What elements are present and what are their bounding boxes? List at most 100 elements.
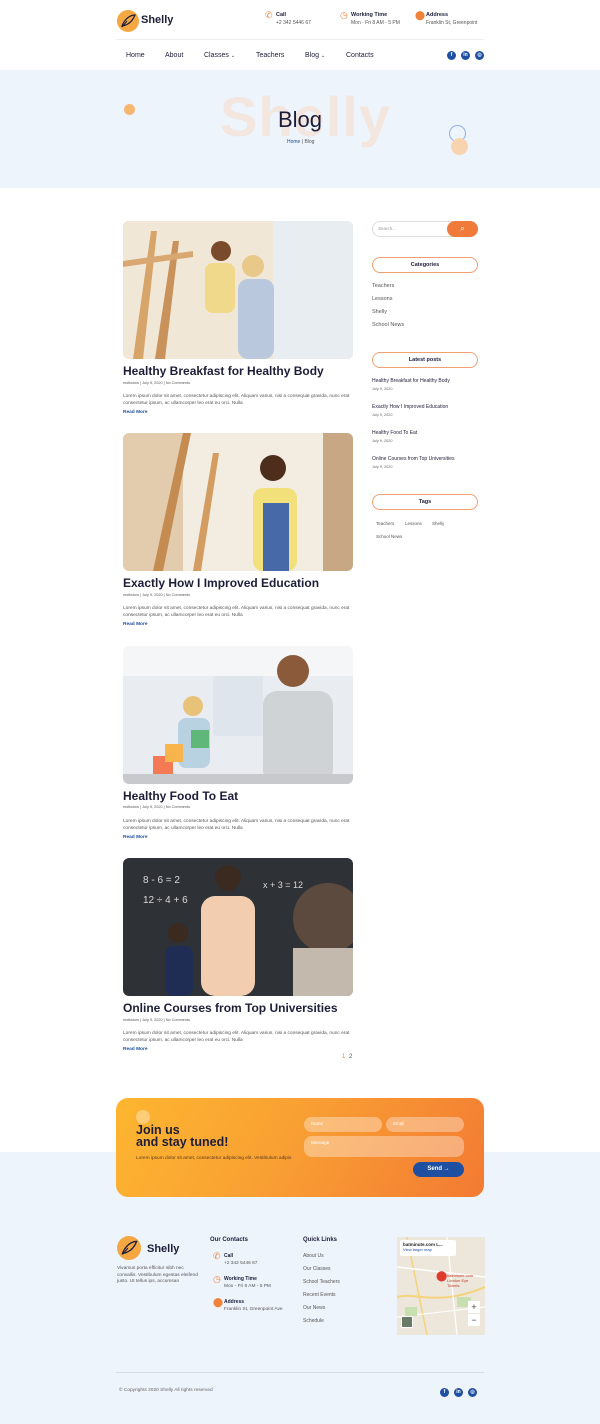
footer-logo-text[interactable]: Shelly bbox=[147, 1243, 179, 1255]
cta-title: Join us and stay tuned! bbox=[136, 1124, 286, 1149]
header-address-title: Address bbox=[426, 12, 449, 18]
search-button[interactable]: ⌕ bbox=[447, 221, 478, 237]
copyright-text: © Copyrights 2020 Shelly All rights rese… bbox=[119, 1388, 213, 1393]
page-title: Blog bbox=[278, 107, 323, 132]
tag-link[interactable]: Lessons bbox=[405, 521, 422, 526]
footer-call-title: Call bbox=[224, 1253, 234, 1259]
footer-link[interactable]: Recent Events bbox=[303, 1292, 336, 1298]
latest-post-date: July 9, 2020 bbox=[372, 413, 393, 417]
footer-hours-value: Mon - Fri 8 AM - 5 PM bbox=[224, 1284, 271, 1289]
footer-logo-mark-icon[interactable] bbox=[117, 1236, 141, 1260]
map-pin-label: batminute.com London Eye Tickets bbox=[447, 1273, 474, 1288]
category-link[interactable]: Lessons bbox=[372, 296, 393, 302]
facebook-icon[interactable]: f bbox=[440, 1388, 449, 1397]
phone-icon: ✆ bbox=[213, 1251, 221, 1261]
instagram-icon[interactable]: ◎ bbox=[468, 1388, 477, 1397]
category-link[interactable]: School News bbox=[372, 322, 404, 328]
footer-call-value[interactable]: +2 342 5446 67 bbox=[224, 1261, 257, 1266]
header-hours-title: Working Time bbox=[351, 12, 388, 18]
post-image[interactable] bbox=[123, 221, 353, 359]
map-zoom-out-button[interactable]: − bbox=[468, 1314, 480, 1326]
linkedin-icon[interactable]: in bbox=[454, 1388, 463, 1397]
map-satellite-toggle[interactable] bbox=[401, 1316, 413, 1328]
post-meta: motkulow | July 9, 2020 | No Comments bbox=[123, 381, 190, 385]
tag-link[interactable]: Shelly bbox=[432, 521, 444, 526]
nav-home[interactable]: Home bbox=[126, 52, 145, 59]
post-excerpt: Lorem ipsum dolor sit amet, consectetur … bbox=[123, 394, 350, 406]
latest-posts-heading: Latest posts bbox=[372, 352, 478, 368]
cta-text: Lorem ipsum dolor sit amet, consectetur … bbox=[136, 1156, 292, 1161]
post-image[interactable]: 8 - 6 = 2 12 ÷ 4 + 6 x + 3 = 12 bbox=[123, 858, 353, 996]
nav-about[interactable]: About bbox=[165, 52, 183, 59]
latest-post-title[interactable]: Online Courses from Top Universities bbox=[372, 456, 454, 462]
logo-text[interactable]: Shelly bbox=[141, 14, 173, 26]
nav-classes[interactable]: Classes ⌄ bbox=[204, 52, 235, 59]
chevron-down-icon: ⌄ bbox=[320, 53, 326, 59]
name-input[interactable]: Name bbox=[304, 1117, 382, 1132]
phone-icon: ✆ bbox=[265, 10, 273, 20]
pagination-page-1[interactable]: 1 bbox=[342, 1054, 345, 1060]
post-title[interactable]: Exactly How I Improved Education bbox=[123, 576, 363, 590]
breadcrumb-home[interactable]: Home bbox=[287, 139, 300, 145]
clock-icon: ◷ bbox=[340, 10, 348, 20]
footer-quick-links-heading: Quick Links bbox=[303, 1237, 338, 1243]
email-input[interactable]: Email bbox=[386, 1117, 464, 1132]
read-more-link[interactable]: Read More bbox=[123, 622, 148, 627]
svg-text:12 ÷ 4 + 6: 12 ÷ 4 + 6 bbox=[143, 895, 188, 906]
category-link[interactable]: Teachers bbox=[372, 283, 394, 289]
latest-post-title[interactable]: Healthy Breakfast for Healthy Body bbox=[372, 378, 450, 384]
post-meta: motkulow | July 9, 2020 | No Comments bbox=[123, 805, 190, 809]
post-excerpt: Lorem ipsum dolor sit amet, consectetur … bbox=[123, 606, 350, 618]
tag-link[interactable]: School News bbox=[376, 534, 402, 539]
logo-mark-icon[interactable] bbox=[117, 10, 139, 32]
latest-post-title[interactable]: Healthy Food To Eat bbox=[372, 430, 417, 436]
footer-link[interactable]: Schedule bbox=[303, 1318, 324, 1324]
pagination-page-2[interactable]: 2 bbox=[349, 1054, 352, 1060]
search-placeholder: Search... bbox=[378, 226, 397, 231]
post-excerpt: Lorem ipsum dolor sit amet, consectetur … bbox=[123, 819, 350, 831]
message-input[interactable]: Message bbox=[304, 1136, 464, 1157]
linkedin-icon[interactable]: in bbox=[461, 51, 470, 60]
map-pin-icon[interactable]: ⬤ bbox=[436, 1271, 447, 1282]
footer-divider bbox=[116, 1372, 484, 1373]
categories-heading: Categories bbox=[372, 257, 478, 273]
nav-contacts[interactable]: Contacts bbox=[346, 52, 374, 59]
footer-link[interactable]: Our Classes bbox=[303, 1266, 331, 1272]
map-zoom-in-button[interactable]: + bbox=[468, 1301, 480, 1313]
nav-teachers[interactable]: Teachers bbox=[256, 52, 284, 59]
read-more-link[interactable]: Read More bbox=[123, 1047, 148, 1052]
footer-link[interactable]: School Teachers bbox=[303, 1279, 340, 1285]
post-meta: motkulow | July 9, 2020 | No Comments bbox=[123, 1018, 190, 1022]
arrow-right-icon: → bbox=[443, 1166, 450, 1172]
header-call-value[interactable]: +2 342 5446 67 bbox=[276, 20, 311, 26]
post-title[interactable]: Healthy Breakfast for Healthy Body bbox=[123, 364, 363, 378]
nav-blog[interactable]: Blog ⌄ bbox=[305, 52, 325, 59]
post-title[interactable]: Healthy Food To Eat bbox=[123, 789, 363, 803]
latest-post-date: July 9, 2020 bbox=[372, 465, 393, 469]
instagram-icon[interactable]: ◎ bbox=[475, 51, 484, 60]
send-label: Send bbox=[427, 1166, 442, 1172]
breadcrumb-separator: | bbox=[301, 139, 304, 145]
map-info-card: batminute.com L... View larger map bbox=[400, 1240, 456, 1256]
post-image[interactable] bbox=[123, 646, 353, 784]
post-title[interactable]: Online Courses from Top Universities bbox=[123, 1001, 363, 1015]
category-link[interactable]: Shelly bbox=[372, 309, 387, 315]
post-image[interactable] bbox=[123, 433, 353, 571]
facebook-icon[interactable]: f bbox=[447, 51, 456, 60]
decor-circle bbox=[136, 1110, 150, 1124]
breadcrumb: Home | Blog bbox=[287, 139, 314, 145]
latest-post-title[interactable]: Exactly How I Improved Education bbox=[372, 404, 448, 410]
tag-link[interactable]: Teachers bbox=[376, 521, 394, 526]
latest-post-date: July 9, 2020 bbox=[372, 439, 393, 443]
map-view-larger-link[interactable]: View larger map bbox=[403, 1247, 453, 1252]
footer-link[interactable]: Our News bbox=[303, 1305, 325, 1311]
send-button[interactable]: Send → bbox=[413, 1162, 464, 1177]
footer-link[interactable]: About Us bbox=[303, 1253, 324, 1259]
read-more-link[interactable]: Read More bbox=[123, 410, 148, 415]
search-icon: ⌕ bbox=[460, 224, 465, 233]
chevron-down-icon: ⌄ bbox=[230, 53, 236, 59]
footer-contacts-heading: Our Contacts bbox=[210, 1237, 249, 1243]
footer-address-value: Franklin St, Greenpoint Ave bbox=[224, 1307, 283, 1312]
read-more-link[interactable]: Read More bbox=[123, 835, 148, 840]
footer-hours-title: Working Time bbox=[224, 1276, 257, 1282]
